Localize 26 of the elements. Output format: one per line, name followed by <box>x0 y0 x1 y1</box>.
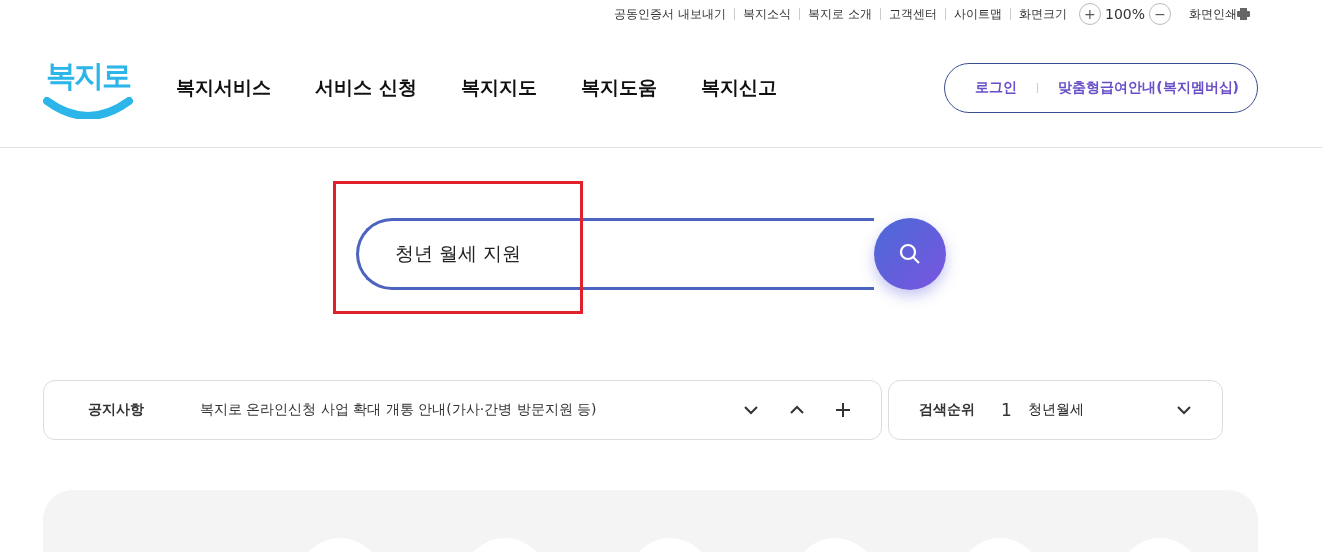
nav-item[interactable]: 복지도움 <box>580 74 657 101</box>
nav-item[interactable]: 복지지도 <box>460 74 537 101</box>
account-link[interactable]: 맞춤형급여안내(복지멤버십) <box>1058 78 1239 97</box>
nav-item[interactable]: 서비스 신청 <box>315 74 417 101</box>
zoom-out-button[interactable]: − <box>1149 3 1171 25</box>
notice-link[interactable]: 복지로 온라인신청 사업 확대 개통 안내(가사·간병 방문지원 등) <box>200 401 717 419</box>
utility-link[interactable]: 사이트맵 <box>944 8 1010 20</box>
nav-item[interactable]: 복지신고 <box>700 74 777 101</box>
utility-link[interactable]: 고객센터 <box>879 8 945 20</box>
utility-link[interactable]: 복지소식 <box>734 8 800 20</box>
ranking-term[interactable]: 청년월세 <box>1027 401 1150 419</box>
search-button[interactable] <box>874 218 946 290</box>
rank-number: 1 <box>1001 400 1012 420</box>
utility-link[interactable]: 복지로 소개 <box>799 8 880 20</box>
utility-link[interactable]: 공동인증서 내보내기 <box>606 8 735 20</box>
zoom-value: 100% <box>1104 6 1145 22</box>
plus-icon <box>834 401 852 419</box>
search-field[interactable]: 청년 월세 지원 <box>356 218 874 290</box>
zoom-label[interactable]: 화면크기 <box>1009 8 1075 20</box>
ranking-label: 검색순위 <box>919 401 975 419</box>
account-link[interactable]: 로그인 <box>975 78 1018 97</box>
zoom-in-button[interactable]: + <box>1078 3 1101 25</box>
search-icon <box>898 242 922 266</box>
nav-item[interactable]: 복지서비스 <box>176 74 271 101</box>
print-link[interactable]: 화면인쇄 <box>1189 5 1237 23</box>
notice-label: 공지사항 <box>88 401 144 419</box>
